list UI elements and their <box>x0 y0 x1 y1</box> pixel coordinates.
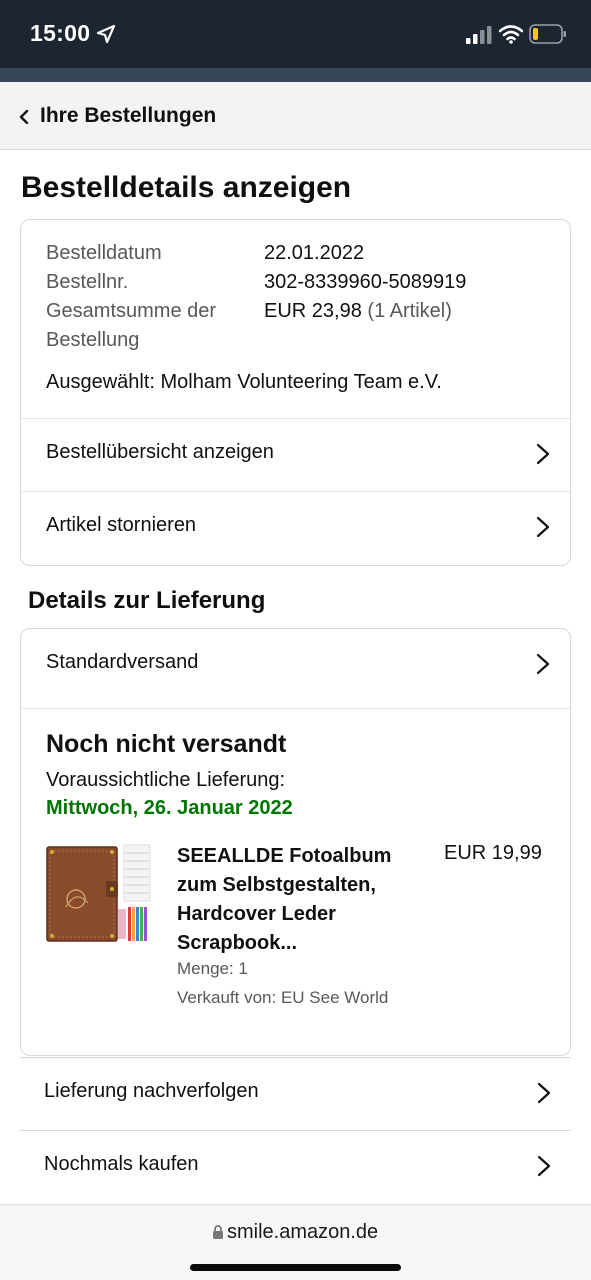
order-total-amount: EUR 23,98 <box>264 300 362 322</box>
chevron-right-icon <box>536 443 550 465</box>
product-price: EUR 19,99 <box>444 842 542 864</box>
chevron-right-icon <box>537 1155 551 1177</box>
cancel-items-link-label: Artikel stornieren <box>46 514 197 536</box>
product-title-line: SEEALLDE Fotoalbum <box>177 845 392 867</box>
product-seller: Verkauft von: EU See World <box>177 988 389 1007</box>
battery-icon <box>529 24 566 44</box>
order-number-label: Bestellnr. <box>46 271 129 293</box>
order-total-label-line2: Bestellung <box>46 329 140 351</box>
chevron-left-icon <box>19 110 29 124</box>
expected-delivery-date: Mittwoch, 26. Januar 2022 <box>46 797 293 819</box>
order-info-card: Bestelldatum 22.01.2022 Bestellnr. 302-8… <box>20 219 571 566</box>
order-total-items: (1 Artikel) <box>367 300 452 322</box>
delivery-card: Standardversand Noch nicht versandt Vora… <box>20 628 571 1056</box>
product-title-link[interactable]: SEEALLDE Fotoalbum zum Selbstgestalten, … <box>177 842 422 958</box>
cancel-items-link[interactable]: Artikel stornieren <box>21 492 570 564</box>
order-date-value: 22.01.2022 <box>264 242 365 264</box>
buy-again-link[interactable]: Nochmals kaufen <box>20 1130 571 1203</box>
order-summary-link-label: Bestellübersicht anzeigen <box>46 441 274 463</box>
order-number-value: 302-8339960-5089919 <box>264 271 467 293</box>
selected-charity: Ausgewählt: Molham Volunteering Team e.V… <box>46 371 442 393</box>
shipment-status: Noch nicht versandt <box>46 730 287 758</box>
chevron-right-icon <box>537 1082 551 1104</box>
shipping-method-link[interactable]: Standardversand <box>21 629 570 701</box>
location-arrow-icon <box>96 24 116 44</box>
expected-delivery-label: Voraussichtliche Lieferung: <box>46 769 286 791</box>
browser-url-bar[interactable]: smile.amazon.de <box>0 1204 591 1280</box>
status-bar: 15:00 <box>0 0 591 68</box>
chevron-right-icon <box>536 516 550 538</box>
product-title-line: Scrapbook... <box>177 932 298 954</box>
order-summary-link[interactable]: Bestellübersicht anzeigen <box>21 419 570 491</box>
url-text[interactable]: smile.amazon.de <box>227 1221 378 1244</box>
divider <box>21 708 570 709</box>
delivery-section-title: Details zur Lieferung <box>28 587 266 614</box>
order-date-label: Bestelldatum <box>46 242 162 264</box>
nav-strip <box>0 68 591 82</box>
wifi-icon <box>499 25 523 44</box>
back-link-label[interactable]: Ihre Bestellungen <box>40 104 216 128</box>
buy-again-label: Nochmals kaufen <box>44 1153 199 1175</box>
product-image[interactable] <box>46 841 154 949</box>
shipping-method-label: Standardversand <box>46 651 199 673</box>
cellular-signal-icon <box>466 26 492 44</box>
product-title-line: Hardcover Leder <box>177 903 336 925</box>
product-title-line: zum Selbstgestalten, <box>177 874 376 896</box>
track-delivery-link[interactable]: Lieferung nachverfolgen <box>20 1057 571 1130</box>
status-time: 15:00 <box>30 20 91 46</box>
track-delivery-label: Lieferung nachverfolgen <box>44 1080 259 1102</box>
lock-icon <box>213 1225 223 1239</box>
order-total-value: EUR 23,98 (1 Artikel) <box>264 297 452 326</box>
chevron-right-icon <box>536 653 550 675</box>
back-navigation-bar[interactable]: Ihre Bestellungen <box>0 82 591 150</box>
home-indicator[interactable] <box>190 1264 401 1271</box>
product-quantity: Menge: 1 <box>177 959 248 978</box>
order-total-label-line1: Gesamtsumme der <box>46 300 217 322</box>
page-title: Bestelldetails anzeigen <box>21 171 352 204</box>
